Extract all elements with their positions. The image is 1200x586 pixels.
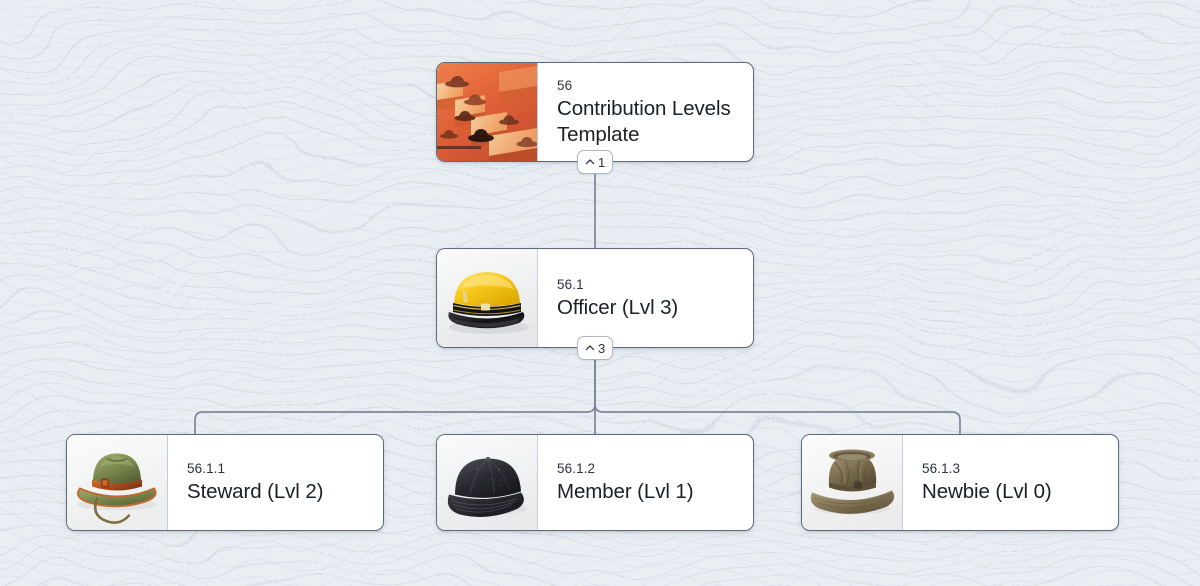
node-title: Contribution Levels Template bbox=[557, 97, 731, 146]
tree-node-member[interactable]: 56.1.2 Member (Lvl 1) bbox=[436, 434, 754, 531]
diagram-canvas[interactable]: 56 Contribution Levels Template 1 56.1 O… bbox=[0, 0, 1200, 586]
tree-node-newbie[interactable]: 56.1.3 Newbie (Lvl 0) bbox=[801, 434, 1119, 531]
node-id: 56.1 bbox=[557, 276, 584, 292]
node-title: Newbie (Lvl 0) bbox=[922, 480, 1052, 504]
node-title: Member (Lvl 1) bbox=[557, 480, 694, 504]
chevron-up-icon bbox=[585, 345, 595, 351]
node-id: 56 bbox=[557, 78, 573, 93]
node-title: Steward (Lvl 2) bbox=[187, 480, 324, 504]
chevron-up-icon bbox=[585, 159, 595, 165]
node-id: 56.1.1 bbox=[187, 461, 226, 477]
node-body: 56 Contribution Levels Template bbox=[538, 63, 753, 161]
collapse-badge-count: 1 bbox=[598, 154, 606, 170]
collapse-badge-officer[interactable]: 3 bbox=[577, 336, 614, 360]
node-thumbnail-yellow-officer-cap[interactable] bbox=[437, 249, 538, 347]
tree-node-steward[interactable]: 56.1.1 Steward (Lvl 2) bbox=[66, 434, 384, 531]
node-title: Officer (Lvl 3) bbox=[557, 295, 679, 319]
edge-officer-to-newbie bbox=[594, 347, 961, 435]
node-thumbnail-brown-bucket-hat[interactable] bbox=[802, 435, 903, 530]
collapse-badge-root[interactable]: 1 bbox=[577, 150, 614, 174]
collapse-badge-count: 3 bbox=[598, 340, 606, 356]
node-id: 56.1.2 bbox=[557, 461, 596, 477]
edge-officer-to-steward bbox=[194, 347, 596, 435]
node-thumbnail-orange-hats-on-stairs[interactable] bbox=[437, 63, 538, 161]
tree-node-officer[interactable]: 56.1 Officer (Lvl 3) bbox=[436, 248, 754, 348]
tree-node-root[interactable]: 56 Contribution Levels Template bbox=[436, 62, 754, 162]
node-body: 56.1.1 Steward (Lvl 2) bbox=[168, 435, 383, 530]
node-body: 56.1.3 Newbie (Lvl 0) bbox=[903, 435, 1118, 530]
node-id: 56.1.3 bbox=[922, 461, 961, 477]
node-body: 56.1.2 Member (Lvl 1) bbox=[538, 435, 753, 530]
node-body: 56.1 Officer (Lvl 3) bbox=[538, 249, 753, 347]
node-thumbnail-black-baseball-cap[interactable] bbox=[437, 435, 538, 530]
node-thumbnail-green-boonie-hat[interactable] bbox=[67, 435, 168, 530]
